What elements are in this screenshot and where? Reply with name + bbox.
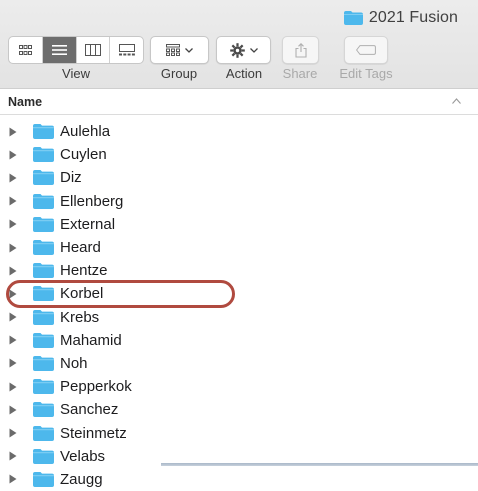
folder-icon [33, 379, 54, 395]
folder-name: Aulehla [60, 123, 111, 141]
disclosure-triangle-icon[interactable] [9, 451, 17, 461]
disclosure-triangle-icon[interactable] [9, 474, 17, 484]
group-label: Group [160, 66, 198, 81]
edit-tags-button[interactable] [344, 36, 388, 64]
disclosure-triangle-icon[interactable] [9, 405, 17, 415]
edit-tags-label: Edit Tags [339, 66, 393, 81]
folder-name: Noh [60, 354, 88, 372]
folder-icon [33, 355, 54, 371]
list-view-button[interactable] [42, 37, 77, 63]
disclosure-triangle-icon[interactable] [9, 358, 17, 368]
list-item[interactable]: Ellenberg [0, 190, 478, 213]
highlight-annotation [6, 280, 235, 308]
list-item[interactable]: Noh [0, 352, 478, 375]
list-item[interactable]: Heard [0, 236, 478, 259]
view-label: View [62, 66, 90, 81]
column-view-button[interactable] [77, 37, 111, 63]
list-item[interactable]: Diz [0, 166, 478, 189]
action-button[interactable] [216, 36, 271, 64]
disclosure-triangle-icon[interactable] [9, 127, 17, 137]
disclosure-triangle-icon[interactable] [9, 196, 17, 206]
folder-icon [33, 402, 54, 418]
folder-name: Hentze [60, 262, 108, 280]
folder-name: Zaugg [60, 470, 103, 488]
view-mode-control[interactable] [8, 36, 144, 64]
folder-name: Cuylen [60, 146, 107, 164]
folder-icon [33, 263, 54, 279]
disclosure-triangle-icon[interactable] [9, 173, 17, 183]
action-label: Action [225, 66, 263, 81]
folder-icon [33, 309, 54, 325]
gallery-view-button[interactable] [110, 37, 143, 63]
share-icon [294, 42, 307, 58]
disclosure-triangle-icon[interactable] [9, 382, 17, 392]
disclosure-triangle-icon[interactable] [9, 150, 17, 160]
name-column-header[interactable]: Name [8, 95, 42, 109]
folder-name: Ellenberg [60, 192, 124, 210]
folder-name: Sanchez [60, 401, 119, 419]
list-icon [51, 45, 67, 55]
list-item[interactable]: Sanchez [0, 398, 478, 421]
list-item[interactable]: Steinmetz [0, 421, 478, 444]
disclosure-triangle-icon[interactable] [9, 243, 17, 253]
window-title-text: 2021 Fusion [368, 9, 458, 26]
gallery-icon [118, 44, 135, 56]
folder-icon [33, 332, 54, 348]
horizontal-scrollbar[interactable] [161, 463, 478, 466]
list-item[interactable]: External [0, 213, 478, 236]
folder-icon [33, 216, 54, 232]
folder-icon [33, 471, 54, 487]
icon-grid-icon [18, 44, 32, 55]
share-button[interactable] [282, 36, 319, 64]
list-item[interactable]: Hentze [0, 259, 478, 282]
list-item[interactable]: Mahamid [0, 329, 478, 352]
window-title: 2021 Fusion [343, 7, 458, 29]
list-item[interactable]: Krebs [0, 306, 478, 329]
chevron-down-icon [249, 47, 258, 53]
folder-name: Velabs [60, 447, 106, 465]
share-label: Share [282, 66, 318, 81]
folder-name: Krebs [60, 308, 100, 326]
folder-icon [33, 170, 54, 186]
folder-name: External [60, 215, 116, 233]
toolbar: 2021 Fusion View Group Action Share Edit… [0, 0, 478, 89]
folder-name: Heard [60, 239, 101, 257]
list-item[interactable]: Cuylen [0, 143, 478, 166]
group-grid-icon [166, 44, 180, 56]
folder-icon [343, 11, 363, 25]
disclosure-triangle-icon[interactable] [9, 428, 17, 438]
folder-icon [33, 448, 54, 464]
folder-name: Mahamid [60, 331, 122, 349]
sort-ascending-icon [452, 98, 461, 104]
chevron-down-icon [185, 47, 193, 53]
column-header[interactable]: Name [0, 89, 478, 115]
folder-icon [33, 425, 54, 441]
folder-name: Steinmetz [60, 424, 127, 442]
list-item[interactable]: Pepperkok [0, 375, 478, 398]
list-item[interactable]: Zaugg [0, 468, 478, 491]
disclosure-triangle-icon[interactable] [9, 266, 17, 276]
folder-name: Pepperkok [60, 378, 132, 396]
finder-window: 2021 Fusion View Group Action Share Edit… [0, 0, 478, 491]
folder-icon [33, 240, 54, 256]
disclosure-triangle-icon[interactable] [9, 312, 17, 322]
list-item[interactable]: Aulehla [0, 120, 478, 143]
disclosure-triangle-icon[interactable] [9, 335, 17, 345]
columns-icon [84, 44, 101, 56]
icon-view-button[interactable] [9, 37, 43, 63]
folder-icon [33, 147, 54, 163]
tag-icon [356, 45, 376, 55]
gear-icon [229, 42, 245, 58]
folder-name: Diz [60, 169, 82, 187]
disclosure-triangle-icon[interactable] [9, 219, 17, 229]
folder-icon [33, 124, 54, 140]
group-button[interactable] [150, 36, 209, 64]
folder-icon [33, 193, 54, 209]
